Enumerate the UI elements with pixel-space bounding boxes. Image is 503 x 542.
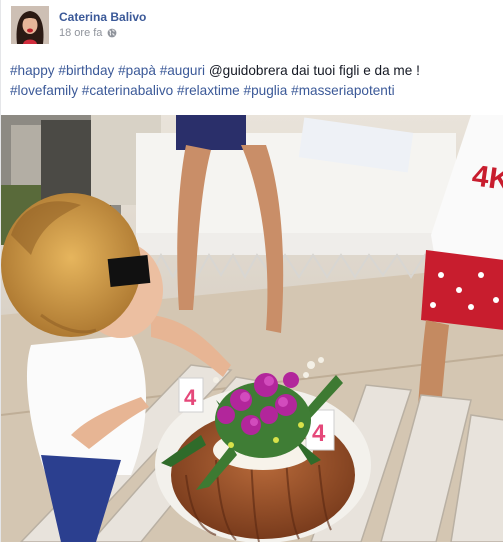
post-timestamp[interactable]: 18 ore fa [59,27,102,39]
hashtag-link[interactable]: #caterinabalivo [82,83,173,98]
hashtag-link[interactable]: #birthday [58,63,114,78]
post-message: #happy #birthday #papà #auguri @guidobre… [10,61,498,101]
hashtag-link[interactable]: #auguri [160,63,205,78]
avatar-image [11,6,49,44]
author-name-link[interactable]: Caterina Balivo [59,10,146,24]
hashtag-link[interactable]: #lovefamily [10,83,78,98]
mention-text: @guidobrera [208,63,288,78]
message-text: dai tuoi figli e da me ! [291,63,420,78]
message-line-2: #lovefamily #caterinabalivo #relaxtime #… [10,81,498,101]
post-meta: 18 ore fa [59,27,117,39]
hashtag-link[interactable]: #puglia [244,83,288,98]
hashtag-link[interactable]: #papà [118,63,156,78]
hashtag-link[interactable]: #masseriapotenti [291,83,395,98]
photo-image: 4K 4 4 [1,115,503,542]
cake-candle-left: 4 [184,385,197,410]
cake-candle-right: 4 [312,420,326,447]
hashtag-link[interactable]: #relaxtime [177,83,240,98]
shirt-print-text: 4K [470,159,503,197]
facebook-post: Caterina Balivo 18 ore fa #happy #birthd… [0,0,503,542]
message-line-1: #happy #birthday #papà #auguri @guidobre… [10,61,498,81]
post-photo[interactable]: 4K 4 4 [1,115,503,542]
author-avatar[interactable] [11,6,49,44]
globe-icon[interactable] [107,28,117,38]
hashtag-link[interactable]: #happy [10,63,55,78]
